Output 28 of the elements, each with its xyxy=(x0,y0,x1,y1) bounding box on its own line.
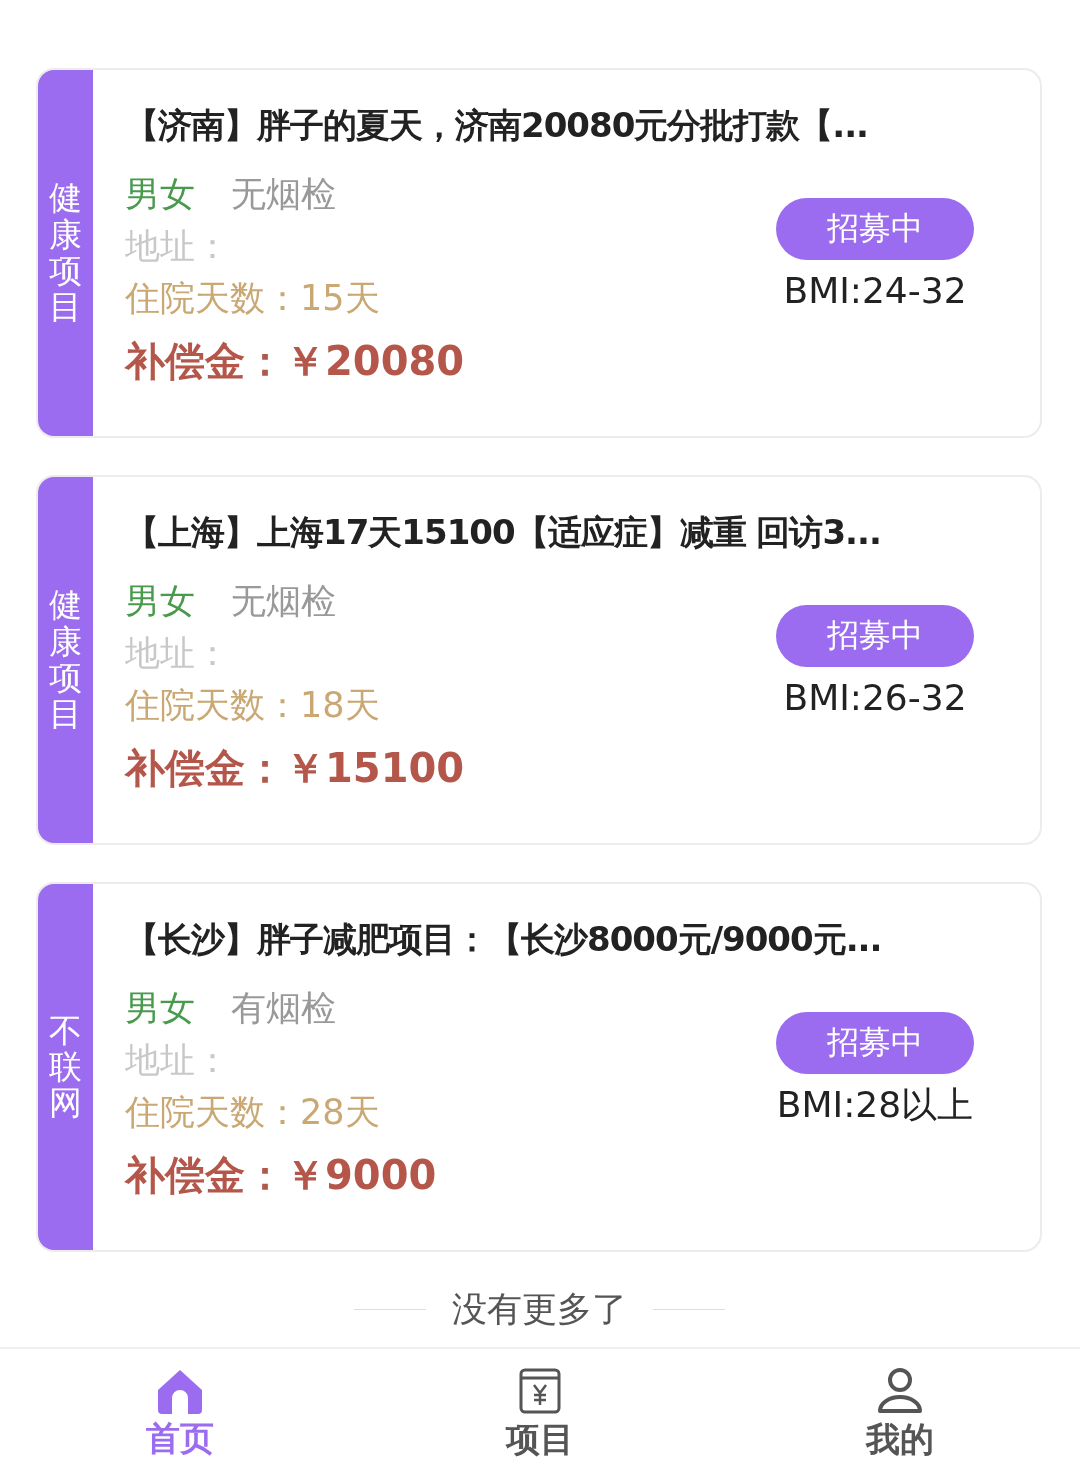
compensation-amount: 补偿金：￥20080 xyxy=(125,337,465,386)
status-badge: 招募中 xyxy=(776,198,974,260)
compensation-amount: 补偿金：￥9000 xyxy=(125,1151,437,1200)
tab-item[interactable]: 首页 xyxy=(0,1349,360,1477)
gender-label: 男女 xyxy=(125,580,195,623)
status-badge: 招募中 xyxy=(776,605,974,667)
smoke-check-label: 有烟检 xyxy=(231,987,336,1030)
compensation-amount: 补偿金：￥15100 xyxy=(125,744,465,793)
project-title: 【上海】上海17天15100【适应症】减重 回访3... xyxy=(125,511,882,554)
tab-item[interactable]: 项目 xyxy=(360,1349,720,1477)
category-label: 不联网 xyxy=(49,1012,82,1122)
smoke-check-label: 无烟检 xyxy=(231,580,336,623)
gender-label: 男女 xyxy=(125,173,195,216)
category-label: 健康项目 xyxy=(49,587,82,733)
project-title: 【济南】胖子的夏天，济南20080元分批打款【... xyxy=(125,104,870,147)
gender-label: 男女 xyxy=(125,987,195,1030)
category-label: 健康项目 xyxy=(49,180,82,326)
smoke-check-label: 无烟检 xyxy=(231,173,336,216)
end-of-list-note: 没有更多了 xyxy=(451,1287,627,1331)
hospital-days: 住院天数：18天 xyxy=(125,679,465,731)
bmi-range: BMI:28以上 xyxy=(776,1083,974,1127)
tab-item[interactable]: 我的 xyxy=(720,1349,1080,1477)
bmi-range: BMI:26-32 xyxy=(783,676,967,720)
hospital-days: 住院天数：15天 xyxy=(125,272,465,324)
hospital-days: 住院天数：28天 xyxy=(125,1086,437,1138)
project-title: 【长沙】胖子减肥项目：【长沙8000元/9000元... xyxy=(125,918,883,961)
bmi-range: BMI:24-32 xyxy=(783,269,967,313)
status-badge: 招募中 xyxy=(776,1012,974,1074)
